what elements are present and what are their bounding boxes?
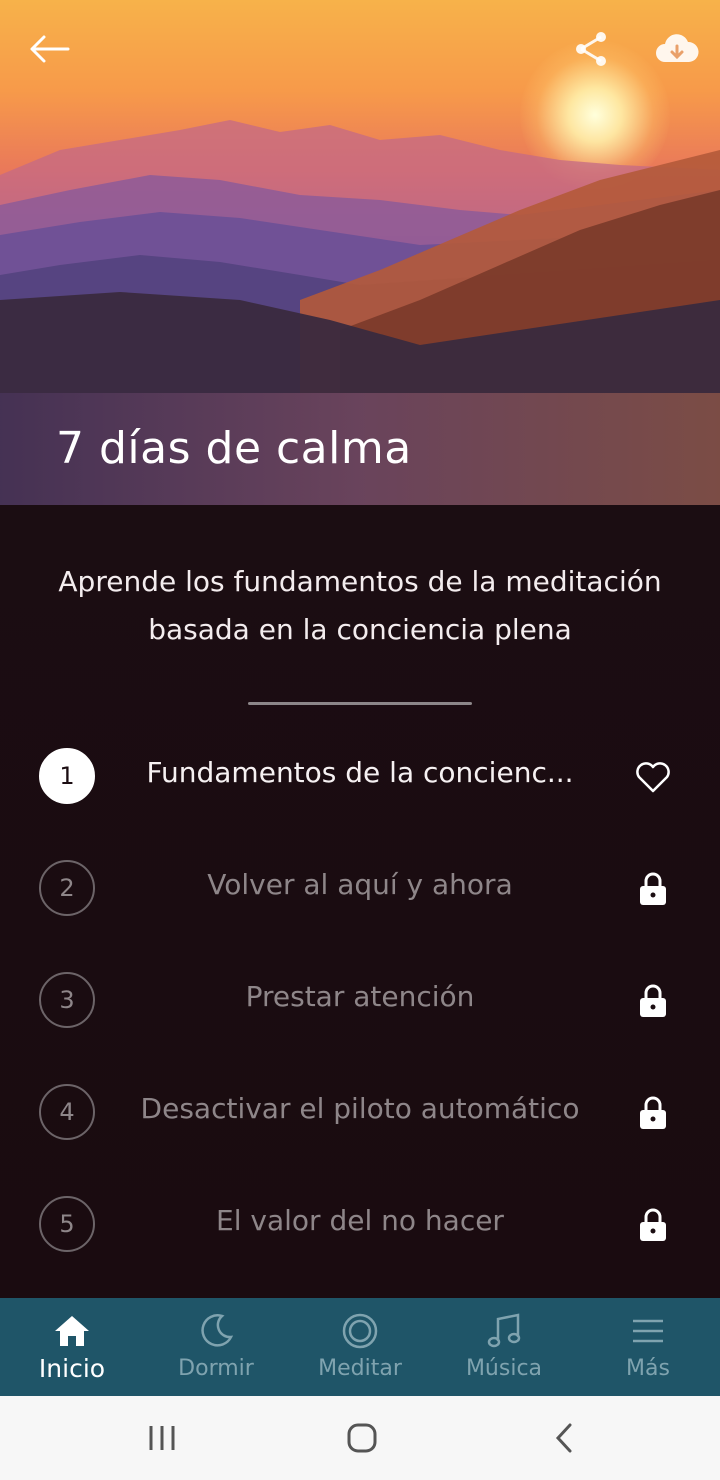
tab-label: Música: [465, 1356, 543, 1381]
tab-mas[interactable]: Más: [576, 1298, 720, 1396]
description-line-1: Aprende los fundamentos de la meditación: [58, 565, 662, 598]
lesson-item-2[interactable]: 2 Volver al aquí y ahora: [0, 832, 720, 944]
bottom-tab-bar: Inicio Dormir Meditar Música Más: [0, 1298, 720, 1396]
tab-inicio[interactable]: Inicio: [0, 1298, 144, 1396]
lesson-item-4[interactable]: 4 Desactivar el piloto automático: [0, 1056, 720, 1168]
tab-dormir[interactable]: Dormir: [144, 1298, 288, 1396]
lesson-number: 4: [39, 1084, 95, 1140]
hero-image: 7 días de calma: [0, 0, 720, 505]
moon-icon: [196, 1312, 236, 1350]
lesson-title: Volver al aquí y ahora: [207, 868, 513, 901]
download-button[interactable]: [654, 26, 700, 72]
description-line-2: basada en la conciencia plena: [148, 613, 572, 646]
heart-icon: [636, 762, 670, 793]
lesson-number: 5: [39, 1196, 95, 1252]
lesson-title: Fundamentos de la concienc...: [146, 756, 574, 789]
arrow-left-icon: [30, 35, 70, 63]
home-button[interactable]: [337, 1414, 387, 1462]
tab-musica[interactable]: Música: [432, 1298, 576, 1396]
lesson-item-1[interactable]: 1 Fundamentos de la concienc...: [0, 720, 720, 832]
tab-label: Meditar: [318, 1356, 402, 1381]
lesson-title: Prestar atención: [245, 980, 475, 1013]
lock-icon: [634, 982, 672, 1020]
lock-icon: [634, 1206, 672, 1244]
course-description: Aprende los fundamentos de la meditación…: [40, 558, 680, 654]
favorite-button[interactable]: [634, 758, 672, 796]
back-button[interactable]: [26, 26, 72, 72]
tab-label: Inicio: [38, 1354, 106, 1383]
music-note-icon: [484, 1312, 524, 1350]
tab-label: Más: [626, 1356, 670, 1381]
lock-icon: [634, 1094, 672, 1132]
home-icon: [52, 1312, 92, 1350]
lesson-title: Desactivar el piloto automático: [140, 1092, 580, 1125]
chevron-left-icon: [555, 1423, 572, 1453]
recent-apps-button[interactable]: [137, 1414, 187, 1462]
share-icon: [576, 32, 606, 66]
page-title: 7 días de calma: [56, 423, 412, 474]
lesson-number: 2: [39, 860, 95, 916]
back-system-button[interactable]: [539, 1414, 589, 1462]
recent-apps-icon: [149, 1426, 175, 1450]
menu-icon: [628, 1312, 668, 1350]
lesson-title: El valor del no hacer: [216, 1204, 504, 1237]
tab-meditar[interactable]: Meditar: [288, 1298, 432, 1396]
cloud-download-icon: [656, 34, 699, 62]
lesson-number: 3: [39, 972, 95, 1028]
system-navigation-bar: [0, 1396, 720, 1480]
lock-icon: [634, 870, 672, 908]
tab-label: Dormir: [178, 1356, 254, 1381]
lesson-number: 1: [39, 748, 95, 804]
share-button[interactable]: [568, 26, 614, 72]
circle-icon: [340, 1312, 380, 1350]
home-circle-icon: [347, 1423, 377, 1453]
lesson-item-3[interactable]: 3 Prestar atención: [0, 944, 720, 1056]
divider: [248, 702, 472, 705]
lesson-item-5[interactable]: 5 El valor del no hacer: [0, 1168, 720, 1280]
